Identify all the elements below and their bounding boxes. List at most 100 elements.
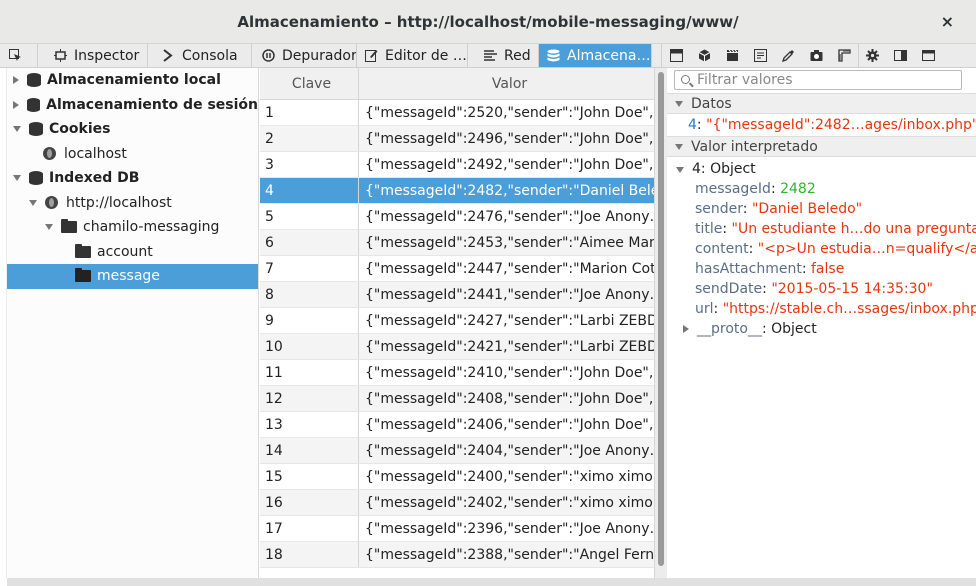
property-value: "Daniel Beledo" — [751, 201, 863, 217]
tree-item-localhost[interactable]: localhost — [7, 142, 258, 167]
3d-view-button[interactable] — [690, 44, 718, 67]
undock-button[interactable] — [914, 44, 942, 67]
pick-element-button[interactable] — [0, 44, 38, 67]
chevron-down-icon[interactable] — [13, 126, 21, 133]
tab-inspector-label: Inspector — [74, 47, 140, 64]
tree-item-cookies[interactable]: Cookies — [7, 117, 258, 142]
property-row[interactable]: messageId: 2482 — [695, 181, 816, 197]
tree-item-http-localhost[interactable]: http://localhost — [7, 191, 258, 216]
tree-item-almacenamiento-local[interactable]: Almacenamiento local — [7, 68, 258, 93]
property-row[interactable]: sender: "Daniel Beledo" — [695, 201, 862, 217]
tab-storage[interactable]: Almacena… — [539, 44, 652, 67]
cell-value: {"messageId":2396,"sender":"Joe Anony… — [365, 520, 654, 537]
table-row[interactable]: 14 {"messageId":2404,"sender":"Joe Anony… — [260, 438, 654, 464]
table-row[interactable]: 3 {"messageId":2492,"sender":"John Doe","… — [260, 152, 654, 178]
tree-item-label: Cookies — [49, 121, 111, 138]
chevron-right-icon[interactable] — [13, 76, 19, 85]
database-icon — [29, 171, 43, 186]
table-row[interactable]: 4 {"messageId":2482,"sender":"Daniel Bele… — [260, 178, 654, 204]
close-icon[interactable]: × — [941, 12, 954, 31]
screenshot-button[interactable] — [802, 44, 830, 67]
parsed-section-header[interactable]: Valor interpretado — [667, 136, 976, 157]
tree-item-account[interactable]: account — [7, 240, 258, 265]
cell-value: {"messageId":2453,"sender":"Aimee Man… — [365, 234, 654, 251]
chevron-down-icon[interactable] — [13, 175, 21, 182]
chevron-right-icon[interactable] — [13, 100, 19, 109]
tree-item-label: localhost — [64, 145, 127, 162]
scrollbar-thumb[interactable] — [658, 72, 664, 566]
property-row[interactable]: content: "<p>Un estudia…n=qualify</a>" — [695, 241, 976, 257]
column-header-key[interactable]: Clave — [260, 68, 359, 99]
data-row[interactable]: 4: "{"messageId":2482…ages/inbox.php"}" — [688, 117, 976, 133]
property-row[interactable]: hasAttachment: false — [695, 261, 844, 277]
table-row[interactable]: 11 {"messageId":2410,"sender":"John Doe",… — [260, 360, 654, 386]
proto-row[interactable]: __proto__: Object — [683, 321, 817, 337]
object-row[interactable]: 4: Object — [676, 161, 756, 177]
tree-item-label: Almacenamiento local — [47, 72, 221, 89]
table-row[interactable]: 17 {"messageId":2396,"sender":"Joe Anony… — [260, 516, 654, 542]
tab-style-editor[interactable]: Editor de … — [357, 44, 468, 67]
database-icon — [29, 122, 43, 137]
table-row[interactable]: 8 {"messageId":2441,"sender":"Joe Anony… — [260, 282, 654, 308]
tree-item-message[interactable]: message — [7, 264, 258, 289]
cell-value: {"messageId":2400,"sender":"ximo ximo",… — [365, 468, 654, 485]
dock-side-button[interactable] — [886, 44, 914, 67]
cell-key: 11 — [260, 360, 359, 385]
tree-item-chamilo-messaging[interactable]: chamilo-messaging — [7, 215, 258, 240]
scratchpad-button[interactable] — [746, 44, 774, 67]
tab-inspector[interactable]: Inspector — [38, 44, 148, 67]
data-section-header[interactable]: Datos — [667, 93, 976, 114]
table-row[interactable]: 7 {"messageId":2447,"sender":"Marion Coti… — [260, 256, 654, 282]
cell-key: 3 — [260, 152, 359, 177]
property-row[interactable]: title: "Un estudiante h…do una pregunta" — [695, 221, 976, 237]
tab-storage-label: Almacena… — [567, 47, 651, 64]
filter-values-input[interactable]: Filtrar valores — [674, 70, 962, 90]
split-console-button[interactable] — [662, 44, 690, 67]
property-key: sender — [695, 201, 743, 217]
table-row[interactable]: 15 {"messageId":2400,"sender":"ximo ximo"… — [260, 464, 654, 490]
settings-button[interactable] — [858, 44, 886, 67]
property-row[interactable]: url: "https://stable.ch…ssages/inbox.php… — [695, 301, 976, 317]
cell-value: {"messageId":2492,"sender":"John Doe","… — [365, 156, 654, 173]
proto-key: __proto__ — [697, 321, 762, 337]
tab-network[interactable]: Red — [468, 44, 539, 67]
title-bar[interactable]: Almacenamiento – http://localhost/mobile… — [0, 0, 976, 44]
table-row[interactable]: 9 {"messageId":2427,"sender":"Larbi ZEBDI… — [260, 308, 654, 334]
database-icon — [27, 73, 41, 88]
eyedropper-icon — [781, 49, 795, 63]
table-row[interactable]: 18 {"messageId":2388,"sender":"Angel Fern… — [260, 542, 654, 568]
table-row[interactable]: 12 {"messageId":2408,"sender":"John Doe",… — [260, 386, 654, 412]
tree-item-indexed-db[interactable]: Indexed DB — [7, 166, 258, 191]
search-icon — [681, 75, 690, 84]
table-row[interactable]: 5 {"messageId":2476,"sender":"Joe Anony… — [260, 204, 654, 230]
cell-key: 18 — [260, 542, 359, 567]
cell-key: 6 — [260, 230, 359, 255]
table-scrollbar[interactable] — [654, 68, 667, 578]
horizontal-scrollbar[interactable] — [7, 578, 976, 586]
screenshot-icon — [810, 49, 823, 62]
cell-key: 8 — [260, 282, 359, 307]
table-row[interactable]: 2 {"messageId":2496,"sender":"John Doe","… — [260, 126, 654, 152]
cell-value: {"messageId":2404,"sender":"Joe Anony… — [365, 442, 654, 459]
property-row[interactable]: sendDate: "2015-05-15 14:35:30" — [695, 281, 933, 297]
property-key: messageId — [695, 181, 771, 197]
rulers-button[interactable] — [830, 44, 858, 67]
tab-debugger[interactable]: Depurador — [252, 44, 357, 67]
tab-console[interactable]: Consola — [148, 44, 252, 67]
eyedropper-button[interactable] — [774, 44, 802, 67]
cell-value: {"messageId":2427,"sender":"Larbi ZEBDI… — [365, 312, 654, 329]
cell-key: 5 — [260, 204, 359, 229]
database-icon — [27, 97, 41, 112]
column-header-value[interactable]: Valor — [359, 68, 654, 99]
paint-flashing-button[interactable] — [718, 44, 746, 67]
table-row[interactable]: 1 {"messageId":2520,"sender":"John Doe","… — [260, 100, 654, 126]
table-row[interactable]: 6 {"messageId":2453,"sender":"Aimee Man… — [260, 230, 654, 256]
chevron-down-icon[interactable] — [29, 199, 37, 206]
table-row[interactable]: 10 {"messageId":2421,"sender":"Larbi ZEBD… — [260, 334, 654, 360]
cell-value: {"messageId":2410,"sender":"John Doe","… — [365, 364, 654, 381]
tree-item-label: Indexed DB — [49, 170, 140, 187]
table-row[interactable]: 16 {"messageId":2402,"sender":"ximo ximo"… — [260, 490, 654, 516]
tree-item-almacenamiento-de-sesi-n[interactable]: Almacenamiento de sesión — [7, 93, 258, 118]
chevron-down-icon[interactable] — [45, 224, 53, 231]
table-row[interactable]: 13 {"messageId":2406,"sender":"John Doe",… — [260, 412, 654, 438]
